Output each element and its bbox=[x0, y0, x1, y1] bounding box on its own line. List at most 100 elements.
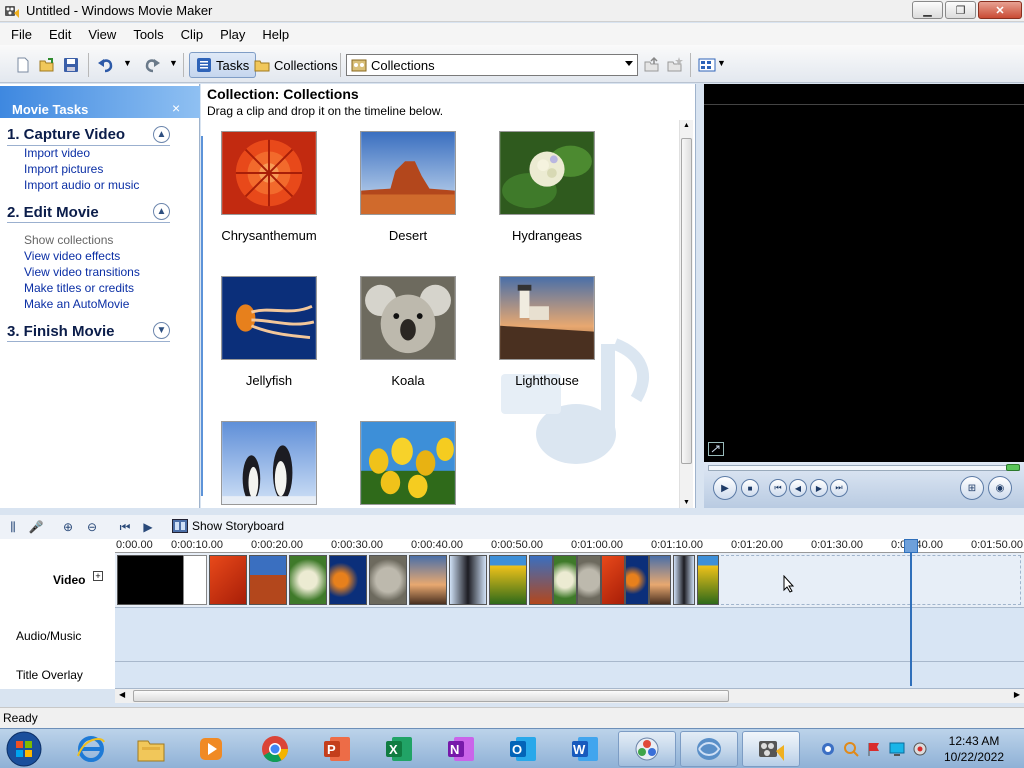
set-audio-levels-icon[interactable]: ⫼ bbox=[5, 519, 21, 535]
new-project-icon[interactable] bbox=[14, 56, 32, 74]
timeline-clip[interactable] bbox=[249, 555, 287, 605]
word-icon[interactable]: W bbox=[556, 731, 614, 767]
play-icon[interactable]: ▶ bbox=[713, 476, 737, 500]
menu-edit[interactable]: Edit bbox=[49, 27, 71, 42]
timeline-clip[interactable] bbox=[449, 555, 487, 605]
make-automovie-link[interactable]: Make an AutoMovie bbox=[24, 297, 129, 311]
system-clock[interactable]: 12:43 AM 10/22/2022 bbox=[936, 733, 1012, 765]
show-storyboard-button[interactable]: Show Storyboard bbox=[172, 519, 284, 533]
timeline-clip[interactable] bbox=[577, 555, 601, 605]
powerpoint-icon[interactable]: P bbox=[308, 731, 366, 767]
previous-frame-icon[interactable]: ⏮ bbox=[769, 479, 787, 497]
play-timeline-icon[interactable]: ▶ bbox=[140, 519, 156, 535]
onenote-icon[interactable]: N bbox=[432, 731, 490, 767]
outlook-icon[interactable]: O bbox=[494, 731, 552, 767]
seek-slider[interactable] bbox=[1006, 464, 1020, 471]
action-center-flag-icon[interactable] bbox=[866, 741, 882, 757]
undo-icon[interactable] bbox=[97, 56, 115, 74]
save-project-icon[interactable] bbox=[62, 56, 80, 74]
chevron-up-icon[interactable]: ▲ bbox=[153, 203, 170, 220]
scroll-up-icon[interactable]: ▲ bbox=[683, 122, 690, 129]
view-video-effects-link[interactable]: View video effects bbox=[24, 249, 120, 263]
empty-video-area[interactable] bbox=[721, 555, 1021, 605]
scroll-down-icon[interactable]: ▼ bbox=[683, 499, 690, 506]
chevron-down-icon[interactable]: ▼ bbox=[153, 322, 170, 339]
zoom-out-icon[interactable]: ⊖ bbox=[84, 519, 100, 535]
menu-tools[interactable]: Tools bbox=[133, 27, 163, 42]
narrate-timeline-icon[interactable]: 🎤 bbox=[28, 519, 44, 535]
up-one-level-icon[interactable] bbox=[643, 56, 661, 74]
redo-icon[interactable] bbox=[143, 56, 161, 74]
title-overlay-track[interactable] bbox=[115, 662, 1024, 689]
timeline-ruler[interactable]: 0:00.00 0:00:10.00 0:00:20.00 0:00:30.00… bbox=[115, 539, 1024, 553]
playhead-handle[interactable] bbox=[904, 539, 918, 553]
views-icon[interactable] bbox=[698, 56, 716, 74]
jellyfish-thumbnail-icon[interactable] bbox=[221, 276, 317, 360]
make-titles-link[interactable]: Make titles or credits bbox=[24, 281, 134, 295]
video-track[interactable] bbox=[115, 553, 1024, 608]
start-button-icon[interactable] bbox=[6, 731, 42, 767]
tulips-thumbnail-icon[interactable] bbox=[360, 421, 456, 505]
restore-button[interactable]: ❐ bbox=[945, 1, 976, 19]
rewind-icon[interactable]: ◀ bbox=[789, 479, 807, 497]
audio-music-track[interactable] bbox=[115, 608, 1024, 662]
volume-tray-icon[interactable] bbox=[912, 741, 928, 757]
desert-thumbnail-icon[interactable] bbox=[360, 131, 456, 215]
display-tray-icon[interactable] bbox=[889, 741, 905, 757]
timeline-clip[interactable] bbox=[697, 555, 719, 605]
timeline-clip[interactable] bbox=[649, 555, 671, 605]
timeline-clip[interactable] bbox=[329, 555, 367, 605]
rewind-timeline-icon[interactable]: ⏮ bbox=[117, 519, 133, 535]
full-screen-icon[interactable] bbox=[708, 442, 724, 456]
timeline-clip[interactable] bbox=[369, 555, 407, 605]
menu-clip[interactable]: Clip bbox=[181, 27, 203, 42]
task-section-capture-video[interactable]: 1. Capture Video bbox=[7, 126, 125, 143]
view-video-transitions-link[interactable]: View video transitions bbox=[24, 265, 140, 279]
collection-scrollbar[interactable]: ▲ ▼ bbox=[679, 120, 693, 508]
menu-view[interactable]: View bbox=[88, 27, 116, 42]
import-video-link[interactable]: Import video bbox=[24, 146, 90, 160]
timeline-clip[interactable] bbox=[529, 555, 553, 605]
timeline-clip[interactable] bbox=[601, 555, 625, 605]
import-audio-link[interactable]: Import audio or music bbox=[24, 178, 139, 192]
chrome-icon[interactable] bbox=[246, 731, 304, 767]
file-explorer-icon[interactable] bbox=[122, 731, 180, 767]
seek-bar[interactable] bbox=[708, 465, 1020, 471]
menu-play[interactable]: Play bbox=[220, 27, 245, 42]
lighthouse-thumbnail-icon[interactable] bbox=[499, 276, 595, 360]
search-tray-icon[interactable] bbox=[843, 741, 859, 757]
collections-dropdown[interactable]: Collections bbox=[346, 54, 638, 76]
scroll-left-icon[interactable]: ◀ bbox=[119, 690, 125, 699]
internet-explorer-icon[interactable] bbox=[62, 731, 120, 767]
next-frame-icon[interactable]: ⏭ bbox=[830, 479, 848, 497]
new-collection-folder-icon[interactable] bbox=[666, 56, 684, 74]
stop-icon[interactable]: ■ bbox=[741, 479, 759, 497]
zoom-in-icon[interactable]: ⊕ bbox=[60, 519, 76, 535]
minimize-button[interactable]: ▁ bbox=[912, 1, 943, 19]
playhead[interactable] bbox=[910, 540, 912, 686]
views-dropdown-icon[interactable]: ▼ bbox=[717, 58, 726, 68]
scroll-right-icon[interactable]: ▶ bbox=[1014, 690, 1020, 699]
title-clip[interactable] bbox=[183, 555, 207, 605]
excel-icon[interactable]: X bbox=[370, 731, 428, 767]
movie-maker-taskbar-icon[interactable] bbox=[742, 731, 800, 767]
timeline-clip[interactable] bbox=[289, 555, 327, 605]
timeline-clip[interactable] bbox=[673, 555, 695, 605]
redo-dropdown-icon[interactable]: ▼ bbox=[169, 58, 178, 68]
menu-help[interactable]: Help bbox=[262, 27, 289, 42]
timeline-clip[interactable] bbox=[625, 555, 649, 605]
open-project-icon[interactable] bbox=[38, 56, 56, 74]
chrysanthemum-thumbnail-icon[interactable] bbox=[221, 131, 317, 215]
collections-button[interactable]: Collections bbox=[248, 52, 344, 78]
color-wheel-app-icon[interactable] bbox=[618, 731, 676, 767]
task-section-edit-movie[interactable]: 2. Edit Movie bbox=[7, 204, 99, 221]
timeline-clip[interactable] bbox=[209, 555, 247, 605]
network-tray-icon[interactable] bbox=[820, 741, 836, 757]
penguins-thumbnail-icon[interactable] bbox=[221, 421, 317, 505]
close-button[interactable]: ✕ bbox=[978, 1, 1022, 19]
task-section-finish-movie[interactable]: 3. Finish Movie bbox=[7, 323, 115, 340]
globe-app-icon[interactable] bbox=[680, 731, 738, 767]
expand-video-track-icon[interactable]: + bbox=[93, 571, 103, 581]
close-pane-icon[interactable]: × bbox=[172, 100, 180, 116]
chevron-up-icon[interactable]: ▲ bbox=[153, 126, 170, 143]
